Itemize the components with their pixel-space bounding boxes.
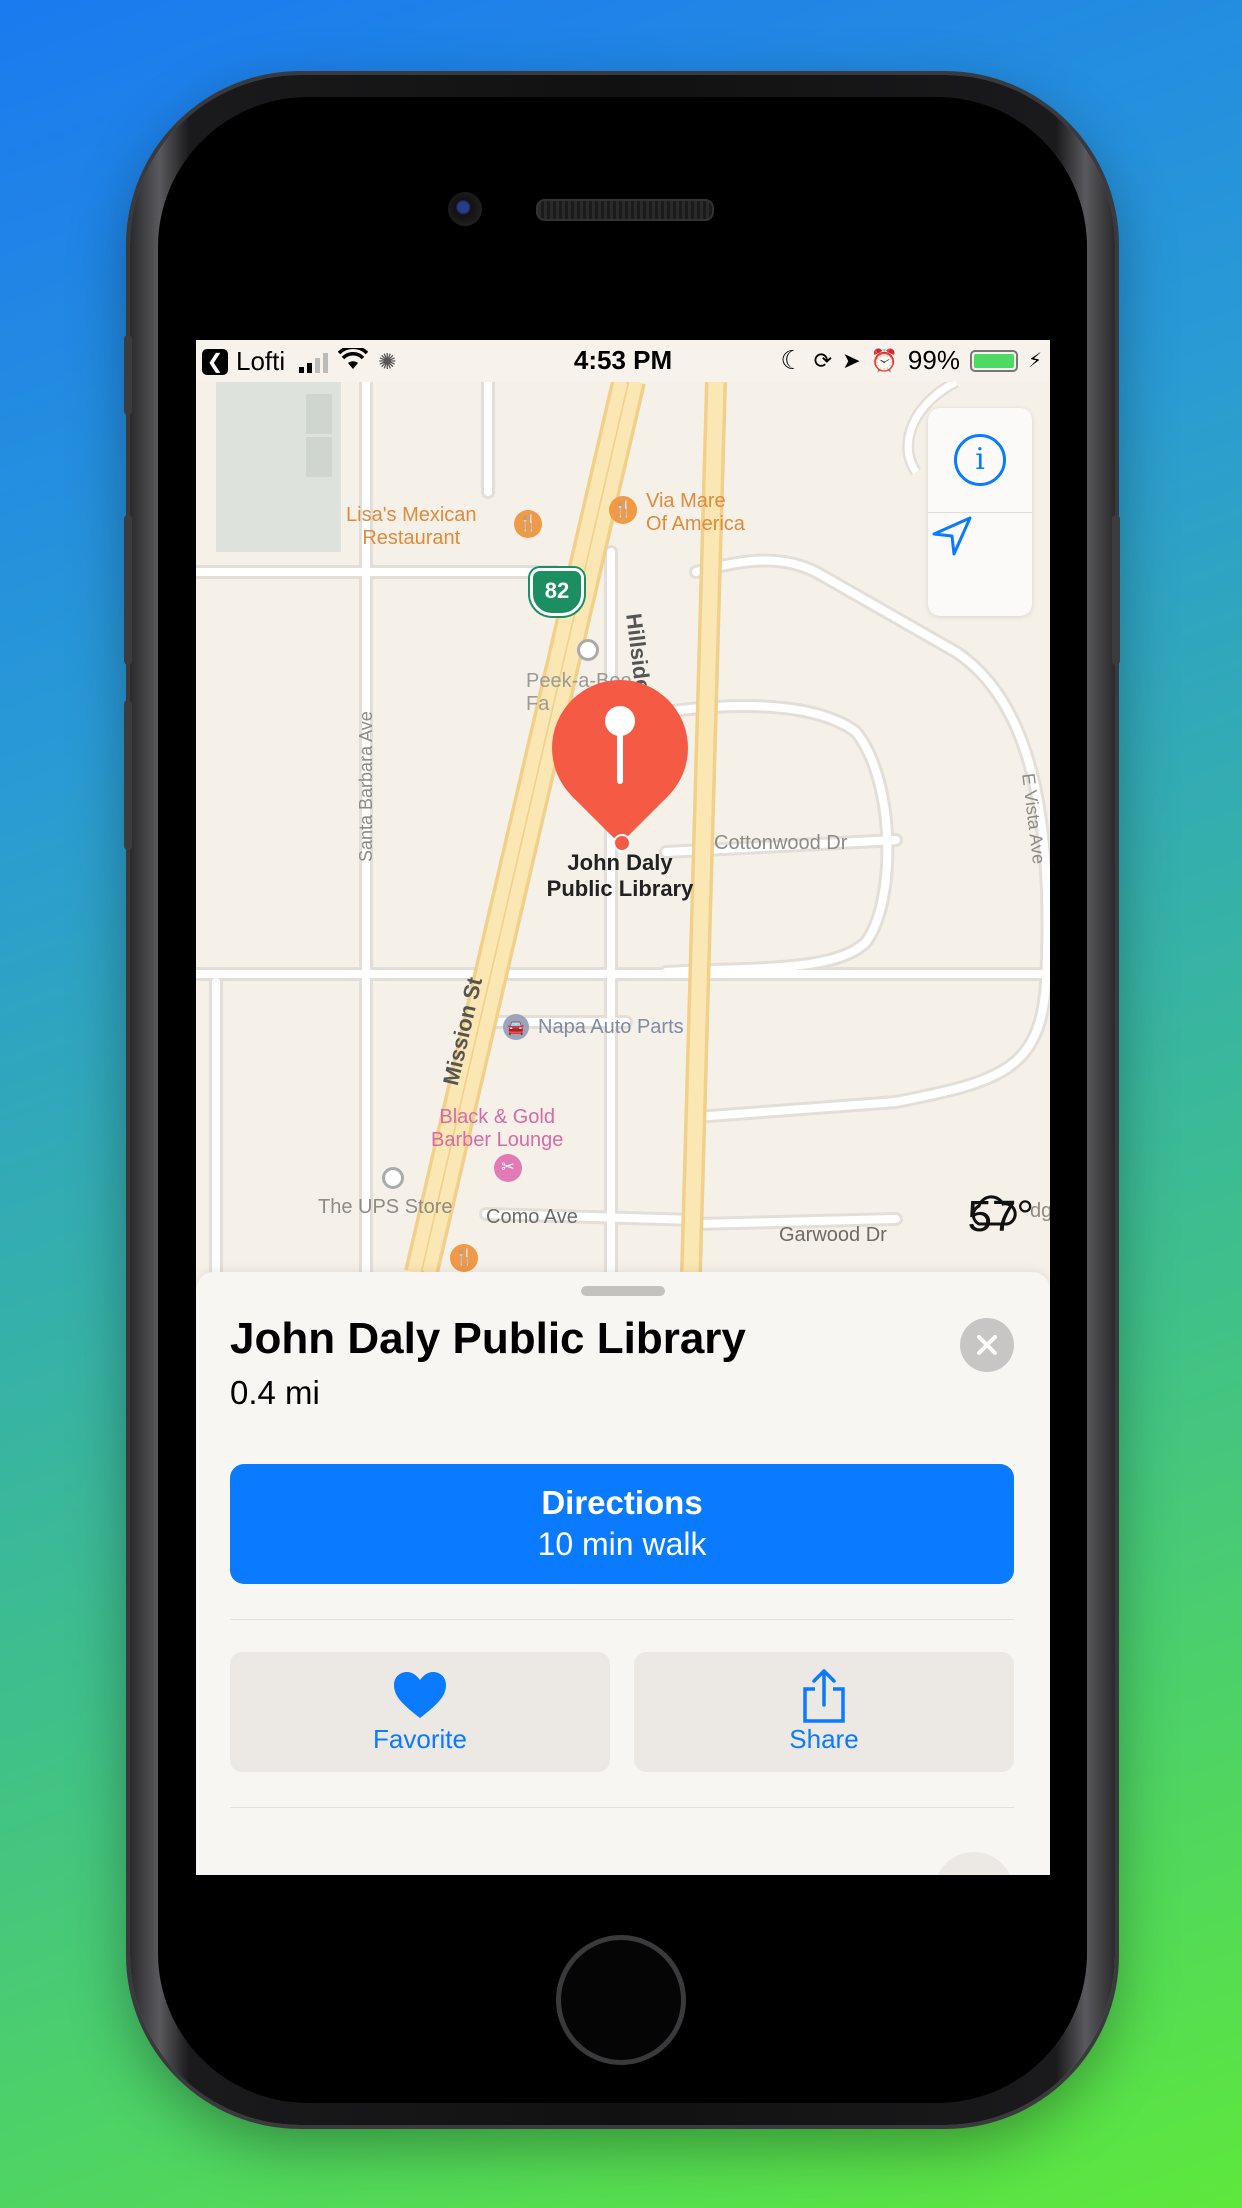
favorite-button[interactable]: Favorite [230, 1652, 610, 1772]
restaurant-icon[interactable]: 🍴 [514, 510, 542, 538]
info-button[interactable]: i [928, 408, 1032, 512]
locate-me-button[interactable] [928, 512, 1032, 616]
alarm-icon: ⏰ [870, 347, 898, 373]
weather-widget: 57° [967, 1192, 1034, 1242]
home-button[interactable] [556, 1935, 686, 2065]
cloud-icon [972, 1195, 1018, 1226]
sheet-grabber[interactable] [581, 1286, 665, 1296]
restaurant-icon[interactable]: 🍴 [450, 1244, 478, 1272]
rotation-lock-icon: ⟳ [813, 347, 833, 373]
screen: ❮ Lofti ✺ 4:53 PM ☾ ⟳ ➤ ⏰ 99% ⚡ Lisa's M… [196, 340, 1050, 1875]
volume-up-button [124, 515, 132, 665]
map-view[interactable]: Lisa's Mexican Restaurant 🍴 🍴 Via Mare O… [196, 382, 1050, 1272]
battery-percent: 99% [907, 345, 960, 375]
street-garwood-dr: Garwood Dr [779, 1224, 887, 1246]
route-82-shield: 82 [530, 568, 584, 616]
location-services-icon: ➤ [842, 347, 861, 373]
share-icon [803, 1669, 845, 1723]
pin-label: John Daly Public Library [546, 850, 694, 901]
front-camera [448, 192, 482, 226]
volume-down-button [124, 700, 132, 850]
divider [230, 1619, 1014, 1620]
place-title: John Daly Public Library [230, 1314, 746, 1363]
info-icon: i [954, 434, 1006, 486]
directions-eta: 10 min walk [537, 1526, 707, 1562]
pin-stem [617, 732, 623, 784]
heart-icon [394, 1672, 446, 1718]
map-controls: i [928, 408, 1032, 616]
place-card[interactable]: John Daly Public Library 0.4 mi Directio… [196, 1272, 1050, 1875]
poi-the-ups-store[interactable]: The UPS Store [318, 1196, 453, 1219]
poi-marker-icon [577, 639, 599, 661]
street-como-ave: Como Ave [486, 1206, 578, 1228]
poi-lisas-mexican-restaurant[interactable]: Lisa's Mexican Restaurant [346, 504, 477, 550]
close-icon [977, 1335, 997, 1355]
favorite-label: Favorite [373, 1724, 467, 1754]
share-button[interactable]: Share [634, 1652, 1014, 1772]
partial-round-button[interactable] [934, 1852, 1014, 1875]
share-label: Share [789, 1724, 859, 1754]
divider [230, 1807, 1014, 1808]
battery-level [973, 353, 1014, 368]
close-button[interactable] [960, 1318, 1014, 1372]
directions-button[interactable]: Directions 10 min walk [230, 1464, 1014, 1584]
earpiece-speaker [536, 199, 714, 221]
directions-label: Directions [541, 1484, 703, 1521]
charging-icon: ⚡ [1027, 350, 1042, 372]
restaurant-icon[interactable]: 🍴 [609, 496, 637, 524]
status-bar: ❮ Lofti ✺ 4:53 PM ☾ ⟳ ➤ ⏰ 99% ⚡ [196, 340, 1050, 382]
place-distance: 0.4 mi [230, 1374, 320, 1411]
moon-icon: ☾ [780, 345, 804, 375]
power-button [1112, 515, 1120, 665]
poi-napa-auto-parts[interactable]: Napa Auto Parts [538, 1016, 684, 1039]
battery-icon [969, 349, 1018, 372]
street-santa-barbara-ave: Santa Barbara Ave [356, 711, 376, 862]
poi-via-mare-of-america[interactable]: Via Mare Of America [646, 490, 745, 536]
poi-marker-icon [382, 1167, 404, 1189]
poi-black-gold-barber-lounge[interactable]: Black & Gold Barber Lounge [431, 1106, 563, 1152]
silent-switch [124, 335, 132, 415]
barber-icon[interactable]: ✂ [494, 1154, 522, 1182]
location-arrow-icon [932, 516, 972, 556]
street-cottonwood-dr: Cottonwood Dr [714, 832, 848, 854]
auto-service-icon[interactable]: 🚘 [503, 1014, 529, 1040]
